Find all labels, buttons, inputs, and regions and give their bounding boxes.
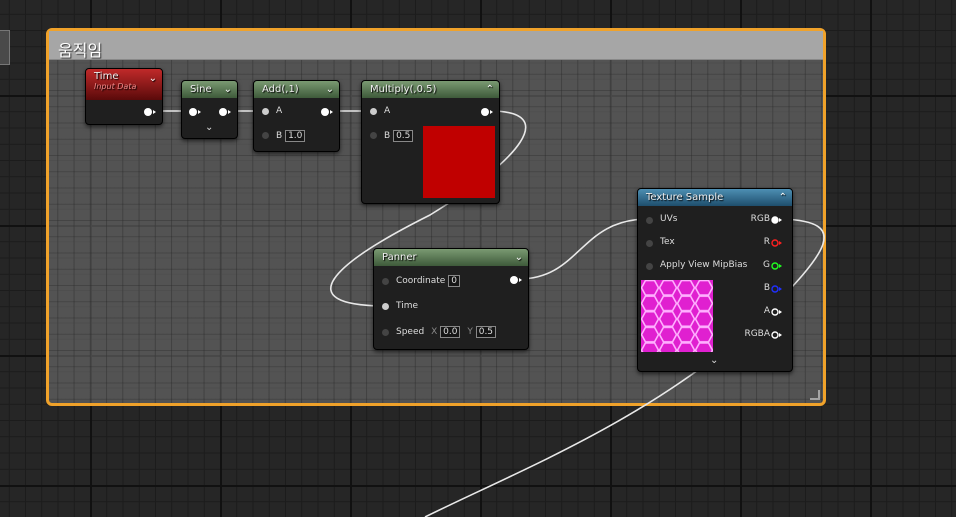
panner-y-field[interactable]: 0.5 bbox=[475, 326, 497, 338]
texture-uvs-pin[interactable] bbox=[646, 217, 653, 224]
multiply-output-pin[interactable] bbox=[481, 108, 493, 116]
panner-x-field[interactable]: 0.0 bbox=[440, 326, 461, 338]
multiply-a-pin[interactable] bbox=[370, 108, 377, 115]
add-output-pin[interactable] bbox=[321, 108, 333, 116]
multiply-b-pin[interactable] bbox=[370, 132, 377, 139]
time-node-header[interactable]: Time Input Data ⌄ bbox=[86, 69, 162, 100]
add-node-title: Add(,1) bbox=[262, 84, 299, 95]
texture-rgb-label: RGB bbox=[750, 214, 770, 224]
add-a-pin[interactable] bbox=[262, 108, 269, 115]
time-node[interactable]: Time Input Data ⌄ bbox=[85, 68, 163, 125]
comment-header[interactable]: 움직임 bbox=[49, 31, 823, 60]
expand-icon[interactable]: ⌄ bbox=[205, 122, 213, 133]
texture-b-pin[interactable] bbox=[771, 285, 783, 296]
texture-a-pin[interactable] bbox=[771, 308, 783, 319]
panner-time-label: Time bbox=[396, 301, 419, 311]
time-output-pin[interactable] bbox=[144, 108, 156, 116]
chevron-up-icon[interactable]: ⌃ bbox=[486, 81, 494, 98]
add-b-label-text: B bbox=[276, 131, 283, 141]
texture-a-label: A bbox=[763, 306, 770, 316]
texture-tex-pin[interactable] bbox=[646, 240, 653, 247]
texture-r-pin[interactable] bbox=[771, 239, 783, 250]
texture-preview bbox=[641, 280, 713, 352]
panner-time-pin[interactable] bbox=[382, 303, 389, 310]
chevron-down-icon[interactable]: ⌄ bbox=[326, 81, 334, 98]
texture-mipbias-label: Apply View MipBias bbox=[660, 260, 748, 270]
texture-sample-node[interactable]: Texture Sample ⌃ UVs Tex Apply View MipB… bbox=[637, 188, 793, 372]
panner-coordinate-field[interactable]: 0 bbox=[448, 275, 460, 287]
multiply-a-label: A bbox=[384, 106, 391, 116]
add-b-value-field[interactable]: 1.0 bbox=[285, 130, 306, 142]
multiply-b-label-text: B bbox=[384, 131, 391, 141]
add-b-pin[interactable] bbox=[262, 132, 269, 139]
chevron-down-icon[interactable]: ⌄ bbox=[224, 81, 232, 98]
texture-tex-label: Tex bbox=[660, 237, 675, 247]
multiply-node[interactable]: Multiply(,0.5) ⌃ A B 0.5 bbox=[361, 80, 500, 204]
sine-node-header[interactable]: Sine ⌄ bbox=[182, 81, 237, 98]
texture-g-label: G bbox=[763, 260, 770, 270]
panner-node[interactable]: Panner ⌄ Coordinate 0 Time Speed X 0.0 Y… bbox=[373, 248, 529, 350]
multiply-b-value-field[interactable]: 0.5 bbox=[393, 130, 414, 142]
panner-coordinate-pin[interactable] bbox=[382, 278, 389, 285]
texture-r-label: R bbox=[763, 237, 770, 247]
panner-x-label: X bbox=[431, 327, 438, 337]
texture-g-pin[interactable] bbox=[771, 262, 783, 273]
add-node[interactable]: Add(,1) ⌄ A B 1.0 bbox=[253, 80, 340, 152]
texture-rgba-pin[interactable] bbox=[771, 331, 783, 342]
add-a-label: A bbox=[276, 106, 283, 116]
panner-speed-text: Speed bbox=[396, 327, 425, 337]
multiply-b-label: B 0.5 bbox=[384, 130, 414, 142]
sine-input-pin[interactable] bbox=[189, 108, 201, 116]
multiply-preview bbox=[423, 126, 495, 198]
sine-output-pin[interactable] bbox=[219, 108, 231, 116]
multiply-node-title: Multiply(,0.5) bbox=[370, 84, 437, 95]
add-b-label: B 1.0 bbox=[276, 130, 306, 142]
sine-node[interactable]: Sine ⌄ ⌄ bbox=[181, 80, 238, 139]
expand-icon[interactable]: ⌄ bbox=[710, 355, 718, 366]
multiply-node-header[interactable]: Multiply(,0.5) ⌃ bbox=[362, 81, 499, 98]
panner-node-title: Panner bbox=[382, 252, 417, 263]
texture-uvs-label: UVs bbox=[660, 214, 678, 224]
sine-node-title: Sine bbox=[190, 84, 212, 95]
panner-speed-label: Speed X 0.0 Y 0.5 bbox=[396, 326, 497, 338]
hexagon-pattern-icon bbox=[641, 280, 713, 352]
texture-mipbias-pin[interactable] bbox=[646, 263, 653, 270]
panner-output-pin[interactable] bbox=[510, 276, 522, 284]
panner-speed-pin[interactable] bbox=[382, 329, 389, 336]
texture-sample-title: Texture Sample bbox=[646, 192, 724, 203]
panel-edge bbox=[0, 30, 10, 65]
chevron-up-icon[interactable]: ⌃ bbox=[779, 189, 787, 206]
resize-grip-icon[interactable] bbox=[810, 390, 820, 400]
chevron-down-icon[interactable]: ⌄ bbox=[149, 73, 157, 84]
panner-y-label: Y bbox=[467, 327, 473, 337]
add-node-header[interactable]: Add(,1) ⌄ bbox=[254, 81, 339, 98]
texture-rgba-label: RGBA bbox=[744, 329, 770, 339]
panner-node-header[interactable]: Panner ⌄ bbox=[374, 249, 528, 266]
comment-title: 움직임 bbox=[58, 41, 103, 60]
texture-rgb-pin[interactable] bbox=[771, 216, 783, 227]
texture-b-label: B bbox=[763, 283, 770, 293]
panner-coordinate-text: Coordinate bbox=[396, 276, 446, 286]
texture-sample-header[interactable]: Texture Sample ⌃ bbox=[638, 189, 792, 206]
panner-coordinate-label: Coordinate 0 bbox=[396, 275, 460, 287]
chevron-down-icon[interactable]: ⌄ bbox=[515, 249, 523, 266]
